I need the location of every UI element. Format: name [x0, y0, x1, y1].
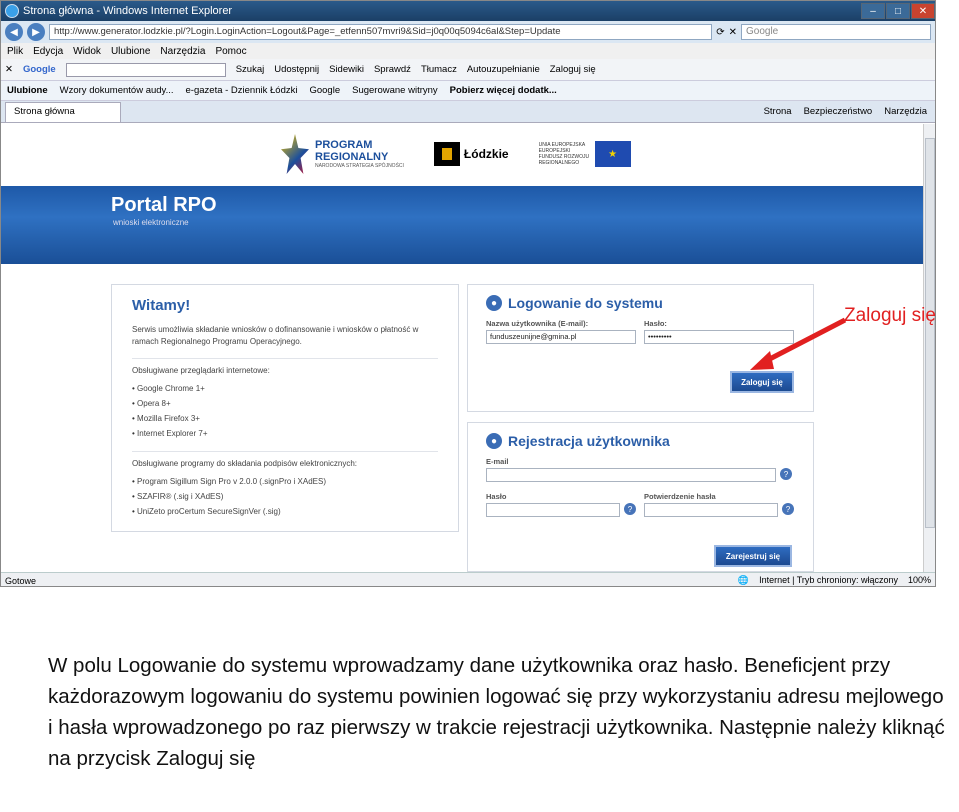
callout-label: Zaloguj się	[844, 305, 936, 326]
favorites-bar: Ulubione Wzory dokumentów audy... e-gaze…	[1, 81, 935, 101]
google-logo: Google	[22, 64, 56, 75]
sign-header: Obsługiwane programy do składania podpis…	[132, 459, 358, 468]
status-bar: Gotowe 🌐 Internet | Tryb chroniony: włąc…	[1, 572, 935, 586]
email-input[interactable]	[486, 468, 776, 482]
google-search-input[interactable]	[65, 62, 226, 77]
favorite-item[interactable]: Pobierz więcej dodatk...	[450, 85, 557, 96]
close-toolbar-icon[interactable]: ✕	[5, 64, 13, 75]
list-item: Mozilla Firefox 3+	[132, 411, 438, 426]
logo-text: PROGRAM	[315, 139, 373, 151]
toolbar-item[interactable]: Zaloguj się	[550, 64, 596, 75]
toolbar-item[interactable]: Udostępnij	[274, 64, 319, 75]
username-input[interactable]: funduszeunijne@gmina.pl	[486, 330, 636, 344]
lock-icon: ●	[486, 295, 502, 311]
favorite-item[interactable]: e-gazeta - Dziennik Łódzki	[186, 85, 298, 96]
menu-item[interactable]: Pomoc	[215, 46, 246, 57]
menu-item[interactable]: Edycja	[33, 46, 63, 57]
confirm-password-label: Potwierdzenie hasła	[644, 492, 716, 501]
program-regionalny-logo: PROGRAM REGIONALNY NARODOWA STRATEGIA SP…	[281, 134, 404, 174]
help-icon[interactable]: ?	[782, 503, 794, 515]
status-text: Gotowe	[5, 575, 37, 586]
star-icon	[281, 134, 309, 174]
eu-flag-icon: ★	[594, 141, 631, 167]
logo-text: Łódzkie	[463, 147, 509, 161]
register-button[interactable]: Zarejestruj się	[714, 545, 792, 567]
globe-icon: 🌐	[737, 575, 750, 585]
search-input[interactable]: Google	[741, 24, 931, 40]
favorite-item[interactable]: Sugerowane witryny	[352, 85, 438, 96]
welcome-title: Witamy!	[132, 297, 191, 314]
safety-menu[interactable]: Bezpieczeństwo	[804, 106, 873, 117]
google-toolbar: ✕ Google Szukaj Udostępnij Sidewiki Spra…	[1, 59, 935, 81]
email-label: E-mail	[486, 457, 509, 466]
tab-bar: Strona główna Strona Bezpieczeństwo Narz…	[1, 101, 935, 123]
refresh-icon[interactable]: ⟳	[716, 27, 724, 38]
welcome-panel: Witamy! Serwis umożliwia składanie wnios…	[111, 284, 459, 532]
toolbar-item[interactable]: Sprawdź	[374, 64, 411, 75]
ie-icon	[5, 4, 19, 18]
title-bar: Strona główna - Windows Internet Explore…	[1, 1, 935, 21]
favorites-button[interactable]: Ulubione	[7, 85, 48, 96]
reg-password-label: Hasło	[486, 492, 507, 501]
favorite-item[interactable]: Wzory dokumentów audy...	[60, 85, 174, 96]
zoom-level[interactable]: 100%	[908, 575, 931, 586]
toolbar-item[interactable]: Sidewiki	[329, 64, 364, 75]
toolbar-item[interactable]: Tłumacz	[421, 64, 457, 75]
help-icon[interactable]: ?	[780, 468, 792, 480]
browsers-header: Obsługiwane przeglądarki internetowe:	[132, 366, 270, 375]
list-item: Program Sigillum Sign Pro v 2.0.0 (.sign…	[132, 474, 438, 489]
menu-item[interactable]: Widok	[73, 46, 101, 57]
user-icon: ●	[486, 433, 502, 449]
welcome-text: Serwis umożliwia składanie wniosków o do…	[132, 325, 419, 346]
eu-logo: UNIA EUROPEJSKA EUROPEJSKI FUNDUSZ ROZWO…	[539, 141, 631, 167]
help-icon[interactable]: ?	[624, 503, 636, 515]
logo-subtext: NARODOWA STRATEGIA SPÓJNOŚCI	[315, 163, 404, 169]
username-label: Nazwa użytkownika (E-mail):	[486, 319, 589, 328]
window-title: Strona główna - Windows Internet Explore…	[23, 5, 233, 17]
scroll-thumb[interactable]	[925, 138, 935, 528]
toolbar-item[interactable]: Szukaj	[236, 64, 265, 75]
list-item: Internet Explorer 7+	[132, 426, 438, 441]
toolbar-item[interactable]: Autouzupełnianie	[467, 64, 540, 75]
address-bar: ◀ ▶ http://www.generator.lodzkie.pl/?Log…	[1, 21, 935, 43]
register-panel: ● Rejestracja użytkownika E-mail ? Hasło …	[467, 422, 814, 572]
banner-subtitle: wnioski elektroniczne	[113, 218, 189, 227]
logo-text: UNIA EUROPEJSKA EUROPEJSKI FUNDUSZ ROZWO…	[538, 142, 590, 166]
list-item: SZAFIR® (.sig i XAdES)	[132, 489, 438, 504]
portal-banner: Portal RPO wnioski elektroniczne	[1, 186, 923, 264]
vertical-scrollbar[interactable]	[923, 124, 935, 572]
stop-icon[interactable]: ✕	[729, 27, 737, 38]
confirm-password-input[interactable]	[644, 503, 778, 517]
lodzkie-icon	[433, 142, 460, 166]
callout-arrow-icon	[750, 317, 847, 370]
favorite-item[interactable]: Google	[309, 85, 340, 96]
logos: PROGRAM REGIONALNY NARODOWA STRATEGIA SP…	[281, 134, 631, 174]
list-item: Opera 8+	[132, 396, 438, 411]
menu-item[interactable]: Ulubione	[111, 46, 150, 57]
logo-text: REGIONALNY	[315, 151, 389, 163]
tools-menu[interactable]: Narzędzia	[884, 106, 927, 117]
instruction-text: W polu Logowanie do systemu wprowadzamy …	[48, 654, 945, 770]
list-item: Google Chrome 1+	[132, 381, 438, 396]
banner-title: Portal RPO	[111, 194, 217, 216]
zone-text: Internet | Tryb chroniony: włączony	[759, 575, 898, 585]
page-menu[interactable]: Strona	[764, 106, 792, 117]
maximize-button[interactable]: □	[886, 3, 910, 19]
menu-item[interactable]: Plik	[7, 46, 23, 57]
list-item: UniZeto proCertum SecureSignVer (.sig)	[132, 504, 438, 519]
menu-item[interactable]: Narzędzia	[160, 46, 205, 57]
minimize-button[interactable]: –	[861, 3, 885, 19]
menu-bar: Plik Edycja Widok Ulubione Narzędzia Pom…	[1, 43, 935, 59]
login-title: Logowanie do systemu	[508, 295, 663, 311]
browser-window: Strona główna - Windows Internet Explore…	[0, 0, 936, 587]
close-button[interactable]: ✕	[911, 3, 935, 19]
reg-password-input[interactable]	[486, 503, 620, 517]
tab-home[interactable]: Strona główna	[5, 101, 121, 122]
forward-button[interactable]: ▶	[27, 23, 45, 41]
register-title: Rejestracja użytkownika	[508, 433, 670, 449]
url-input[interactable]: http://www.generator.lodzkie.pl/?Login.L…	[49, 24, 713, 40]
lodzkie-logo: Łódzkie	[433, 142, 509, 166]
back-button[interactable]: ◀	[5, 23, 23, 41]
